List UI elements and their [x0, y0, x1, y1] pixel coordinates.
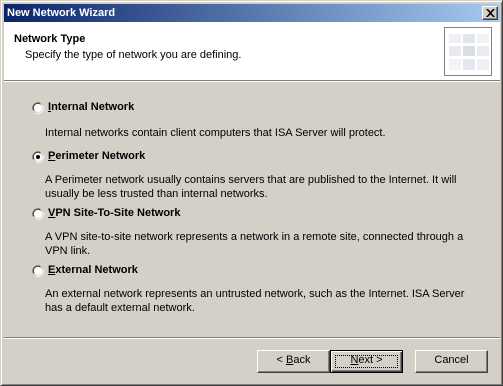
page-subtitle: Specify the type of network you are defi…	[25, 49, 242, 61]
cancel-button[interactable]: Cancel	[415, 350, 488, 373]
desc-vpn-site-to-site: A VPN site-to-site network represents a …	[45, 231, 464, 257]
back-button[interactable]: < Back	[257, 350, 330, 373]
header-divider	[4, 80, 500, 82]
option-label-internal[interactable]: Internal Network	[48, 101, 134, 113]
radio-selected-icon[interactable]	[32, 151, 44, 163]
option-label-external[interactable]: External Network	[48, 264, 138, 276]
window-title: New Network Wizard	[7, 7, 116, 19]
option-label-vpn[interactable]: VPN Site-To-Site Network	[48, 207, 180, 219]
close-button[interactable]	[482, 6, 498, 20]
desc-internal-network: Internal networks contain client compute…	[45, 127, 386, 139]
desc-external-network: An external network represents an untrus…	[45, 288, 465, 314]
footer-divider	[4, 337, 500, 339]
radio-icon[interactable]	[32, 265, 44, 277]
radio-icon[interactable]	[32, 208, 44, 220]
desc-perimeter-network: A Perimeter network usually contains ser…	[45, 174, 457, 200]
wizard-header: Network Type Specify the type of network…	[4, 22, 500, 80]
close-icon	[486, 9, 495, 17]
title-bar[interactable]: New Network Wizard	[4, 4, 500, 22]
radio-icon[interactable]	[32, 102, 44, 114]
next-button[interactable]: Next >	[330, 350, 403, 373]
wizard-logo-icon	[444, 27, 492, 76]
wizard-window: New Network Wizard Network Type Specify …	[0, 0, 503, 386]
page-title: Network Type	[14, 33, 86, 45]
option-label-perimeter[interactable]: Perimeter Network	[48, 150, 145, 162]
